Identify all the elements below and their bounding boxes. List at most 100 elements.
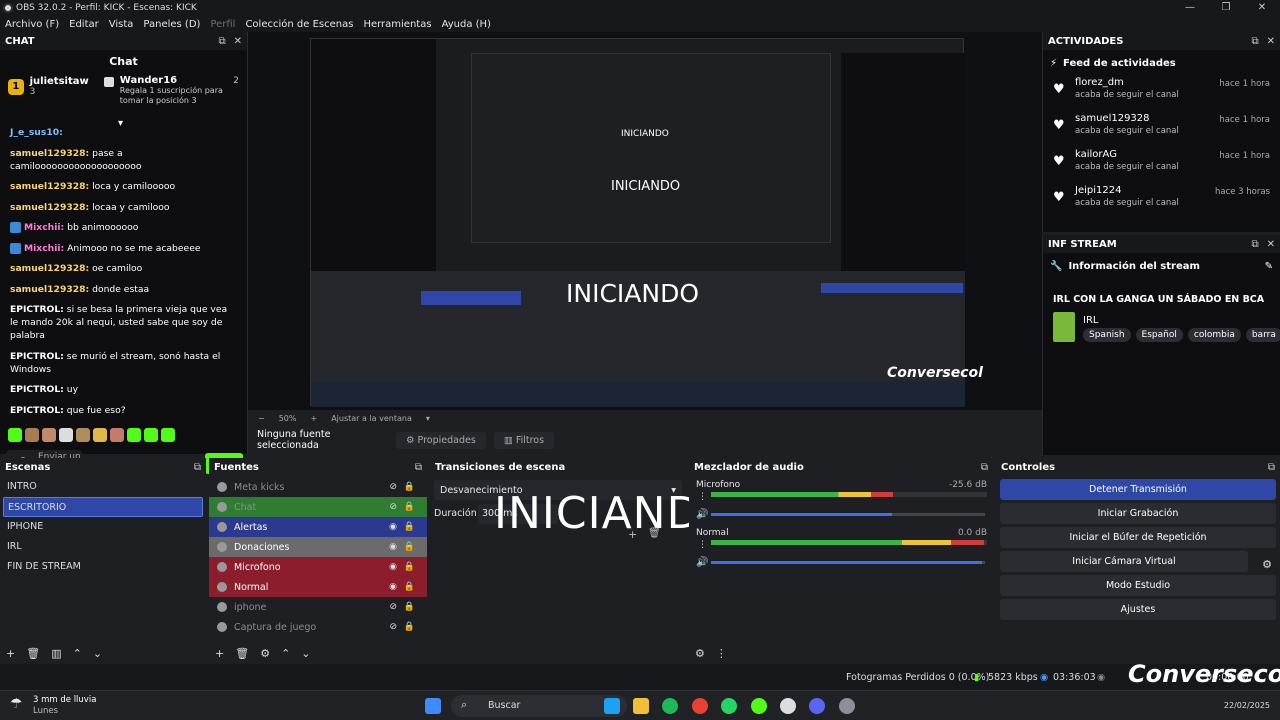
scene-item-irl[interactable]: IRL bbox=[0, 537, 206, 557]
scene-item-iphone[interactable]: IPHONE bbox=[0, 517, 206, 537]
trash-icon[interactable]: 🗑 bbox=[26, 647, 40, 660]
eye-hidden-icon[interactable]: ⊘ bbox=[389, 622, 397, 632]
emote-icon[interactable] bbox=[8, 428, 22, 442]
undock-icon[interactable]: ⧉ bbox=[981, 462, 988, 473]
move-down-icon[interactable]: ⌄ bbox=[93, 647, 102, 660]
chat-username[interactable]: EPICTROL: bbox=[10, 405, 64, 416]
trash-icon[interactable]: 🗑 bbox=[648, 528, 661, 539]
undock-icon[interactable]: ⧉ bbox=[1251, 239, 1258, 250]
eye-icon[interactable]: ◉ bbox=[389, 522, 397, 532]
lock-icon[interactable]: 🔒 bbox=[404, 522, 415, 532]
undock-icon[interactable]: ⧉ bbox=[1268, 462, 1275, 473]
chat-username[interactable]: J_e_sus10: bbox=[10, 127, 63, 138]
chat-username[interactable]: samuel129328: bbox=[10, 148, 89, 159]
lock-icon[interactable]: 🔒 bbox=[404, 582, 415, 592]
emote-icon[interactable] bbox=[76, 428, 90, 442]
weather-icon[interactable]: ☂ bbox=[10, 696, 23, 712]
zoom-value[interactable]: 50% bbox=[279, 414, 297, 423]
chat-username[interactable]: EPICTROL: bbox=[10, 304, 64, 315]
eye-icon[interactable]: ◉ bbox=[389, 562, 397, 572]
lock-icon[interactable]: 🔒 bbox=[404, 562, 415, 572]
move-down-icon[interactable]: ⌄ bbox=[301, 647, 310, 660]
kick-app-icon[interactable] bbox=[751, 698, 767, 714]
emote-icon[interactable] bbox=[59, 428, 73, 442]
chat-username[interactable]: EPICTROL: bbox=[10, 384, 64, 395]
source-item[interactable]: Chat ⊘ 🔒 bbox=[209, 497, 427, 517]
add-icon[interactable]: + bbox=[628, 528, 637, 541]
start-replay-buffer-button[interactable]: Iniciar el Búfer de Repetición bbox=[1000, 527, 1276, 548]
close-dock-icon[interactable]: ✕ bbox=[234, 36, 242, 47]
eye-hidden-icon[interactable]: ⊘ bbox=[389, 602, 397, 612]
zoom-plus-icon[interactable]: + bbox=[310, 414, 317, 423]
program-preview[interactable]: INICIANDO INICIANDO INICIANDO Converseco… bbox=[248, 32, 1042, 410]
volume-slider[interactable] bbox=[711, 561, 985, 564]
menu-help[interactable]: Ayuda (H) bbox=[442, 19, 491, 30]
source-item[interactable]: Captura de juego ⊘ 🔒 bbox=[209, 617, 427, 637]
chat-username[interactable]: Mixchii: bbox=[24, 243, 64, 254]
properties-button[interactable]: ⚙ Propiedades bbox=[396, 431, 486, 449]
studio-mode-button[interactable]: Modo Estudio bbox=[1000, 575, 1276, 596]
add-icon[interactable]: + bbox=[215, 647, 224, 660]
add-icon[interactable]: + bbox=[6, 647, 15, 660]
close-dock-icon[interactable]: ✕ bbox=[1267, 36, 1275, 47]
emote-icon[interactable] bbox=[161, 428, 175, 442]
menu-tools[interactable]: Herramientas bbox=[363, 19, 431, 30]
lock-icon[interactable]: 🔒 bbox=[404, 602, 415, 612]
chat-username[interactable]: samuel129328: bbox=[10, 181, 89, 192]
undock-icon[interactable]: ⧉ bbox=[1251, 36, 1258, 47]
emote-icon[interactable] bbox=[127, 428, 141, 442]
discord-icon[interactable] bbox=[809, 698, 825, 714]
gear-icon[interactable]: ⚙ bbox=[1262, 558, 1272, 571]
lock-icon[interactable]: 🔒 bbox=[404, 502, 415, 512]
fit-window-label[interactable]: Ajustar a la ventana bbox=[331, 414, 412, 423]
eye-icon[interactable]: ◉ bbox=[389, 542, 397, 552]
emote-icon[interactable] bbox=[93, 428, 107, 442]
menu-edit[interactable]: Editar bbox=[69, 19, 99, 30]
lock-icon[interactable]: 🔒 bbox=[404, 622, 415, 632]
menu-profile[interactable]: Perfil bbox=[210, 19, 235, 30]
more-options-icon[interactable]: ⋮ bbox=[698, 540, 707, 550]
emote-icon[interactable] bbox=[42, 428, 56, 442]
eye-hidden-icon[interactable]: ⊘ bbox=[389, 482, 397, 492]
mixer-settings-icon[interactable]: ⚙ bbox=[695, 647, 705, 660]
close-icon[interactable]: ✕ bbox=[1244, 0, 1280, 16]
lock-icon[interactable]: 🔒 bbox=[404, 482, 415, 492]
eye-icon[interactable]: ◉ bbox=[389, 582, 397, 592]
menu-file[interactable]: Archivo (F) bbox=[5, 19, 59, 30]
chrome-icon[interactable] bbox=[692, 698, 708, 714]
menu-docks[interactable]: Paneles (D) bbox=[143, 19, 200, 30]
filter-icon[interactable]: ▥ bbox=[51, 647, 61, 660]
file-explorer-icon[interactable] bbox=[633, 698, 649, 714]
edit-icon[interactable]: ✎ bbox=[1265, 261, 1273, 272]
speaker-icon[interactable]: 🔊 bbox=[696, 557, 708, 568]
emote-icon[interactable] bbox=[144, 428, 158, 442]
minimize-icon[interactable]: — bbox=[1172, 0, 1208, 16]
trash-icon[interactable]: 🗑 bbox=[235, 647, 249, 660]
undock-icon[interactable]: ⧉ bbox=[218, 36, 225, 47]
source-item[interactable]: iphone ⊘ 🔒 bbox=[209, 597, 427, 617]
settings-button[interactable]: Ajustes bbox=[1000, 599, 1276, 620]
whatsapp-icon[interactable] bbox=[721, 698, 737, 714]
start-recording-button[interactable]: Iniciar Grabación bbox=[1000, 503, 1276, 524]
menu-scene-collection[interactable]: Colección de Escenas bbox=[245, 19, 353, 30]
zoom-minus-icon[interactable]: − bbox=[258, 414, 265, 423]
move-up-icon[interactable]: ⌃ bbox=[73, 647, 82, 660]
gear-icon[interactable]: ⚙ bbox=[260, 647, 270, 660]
close-dock-icon[interactable]: ✕ bbox=[1267, 239, 1275, 250]
undock-icon[interactable]: ⧉ bbox=[415, 462, 422, 473]
settings-app-icon[interactable] bbox=[839, 698, 855, 714]
maximize-icon[interactable]: ❐ bbox=[1208, 0, 1244, 16]
menu-view[interactable]: Vista bbox=[109, 19, 134, 30]
spotify-icon[interactable] bbox=[662, 698, 678, 714]
speaker-icon[interactable]: 🔊 bbox=[696, 509, 708, 520]
edge-icon[interactable] bbox=[604, 698, 620, 714]
chat-username[interactable]: EPICTROL: bbox=[10, 351, 64, 362]
chat-username[interactable]: Mixchii: bbox=[24, 222, 64, 233]
source-item[interactable]: Meta kicks ⊘ 🔒 bbox=[209, 477, 427, 497]
scene-item-intro[interactable]: INTRO bbox=[0, 477, 206, 497]
taskbar-search[interactable]: ⌕ Buscar bbox=[451, 695, 627, 717]
source-item[interactable]: Donaciones ◉ 🔒 bbox=[209, 537, 427, 557]
lock-icon[interactable]: 🔒 bbox=[404, 542, 415, 552]
source-item[interactable]: Normal ◉ 🔒 bbox=[209, 577, 427, 597]
windows-start-icon[interactable] bbox=[425, 698, 441, 714]
